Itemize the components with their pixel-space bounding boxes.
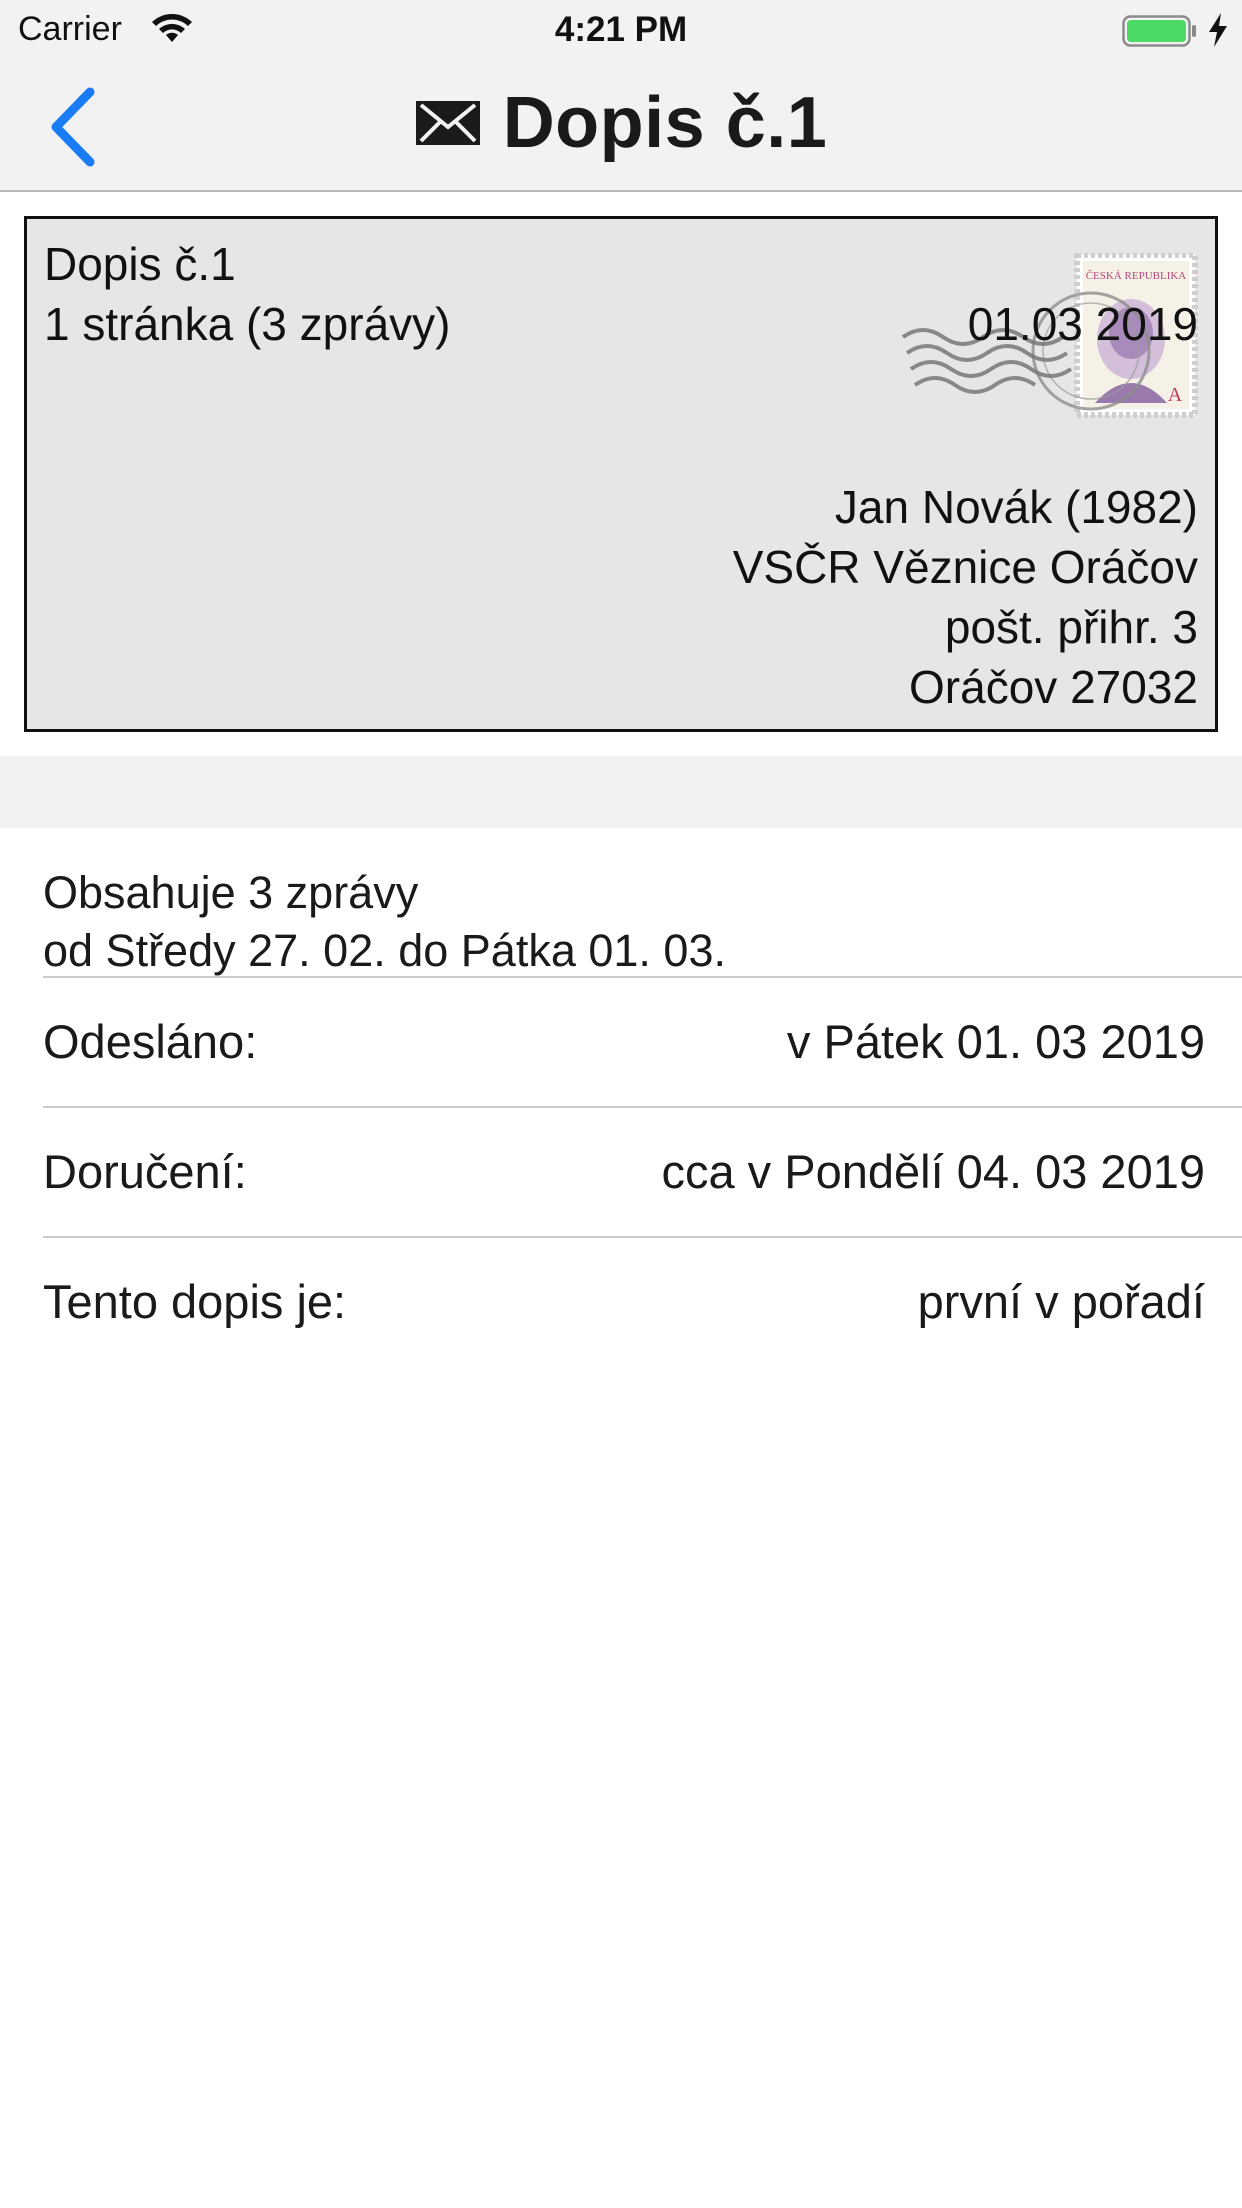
stamp-country: ČESKÁ REPUBLIKA xyxy=(1086,270,1187,282)
letter-date: 01.03 2019 xyxy=(967,298,1198,350)
letter-details-list: Obsahuje 3 zprávy od Středy 27. 02. do P… xyxy=(0,828,1242,1366)
envelope-card-area: Dopis č.1 1 stránka (3 zprávy) ČESKÁ REP… xyxy=(0,192,1242,756)
delivery-label: Doručení: xyxy=(43,1145,247,1198)
battery-icon xyxy=(1122,15,1196,47)
charging-bolt-icon xyxy=(1209,13,1227,47)
messages-summary: Obsahuje 3 zprávy od Středy 27. 02. do P… xyxy=(0,828,1242,976)
detail-row-delivery: Doručení: cca v Pondělí 04. 03 2019 xyxy=(0,1108,1242,1236)
envelope-icon xyxy=(415,101,480,145)
letter-name: Dopis č.1 xyxy=(44,238,236,290)
status-bar: Carrier 4:21 PM xyxy=(0,0,1242,60)
address-line-name: Jan Novák (1982) xyxy=(834,481,1198,533)
navigation-bar: Dopis č.1 xyxy=(0,60,1242,192)
nav-title-group: Dopis č.1 xyxy=(0,82,1242,164)
sent-value: v Pátek 01. 03 2019 xyxy=(786,1015,1205,1068)
address-line-pobox: pošt. přihr. 3 xyxy=(944,601,1198,653)
delivery-value: cca v Pondělí 04. 03 2019 xyxy=(661,1145,1205,1198)
summary-count: Obsahuje 3 zprávy xyxy=(43,867,419,918)
detail-row-order: Tento dopis je: první v pořadí xyxy=(0,1238,1242,1366)
page-title: Dopis č.1 xyxy=(502,83,828,163)
section-divider xyxy=(0,756,1242,828)
envelope-card[interactable]: Dopis č.1 1 stránka (3 zprávy) ČESKÁ REP… xyxy=(24,216,1218,732)
summary-range: od Středy 27. 02. do Pátka 01. 03. xyxy=(43,925,726,976)
order-label: Tento dopis je: xyxy=(43,1275,347,1328)
sent-label: Odesláno: xyxy=(43,1015,258,1068)
letter-pages: 1 stránka (3 zprávy) xyxy=(44,298,451,350)
address-line-institution: VSČR Věznice Oráčov xyxy=(732,541,1198,593)
detail-row-sent: Odesláno: v Pátek 01. 03 2019 xyxy=(0,978,1242,1106)
recipient-address: Jan Novák (1982) VSČR Věznice Oráčov poš… xyxy=(733,477,1198,717)
address-line-city: Oráčov 27032 xyxy=(909,661,1198,713)
stamp-value: A xyxy=(1168,384,1183,406)
clock: 4:21 PM xyxy=(554,10,688,49)
order-value: první v pořadí xyxy=(917,1275,1205,1328)
